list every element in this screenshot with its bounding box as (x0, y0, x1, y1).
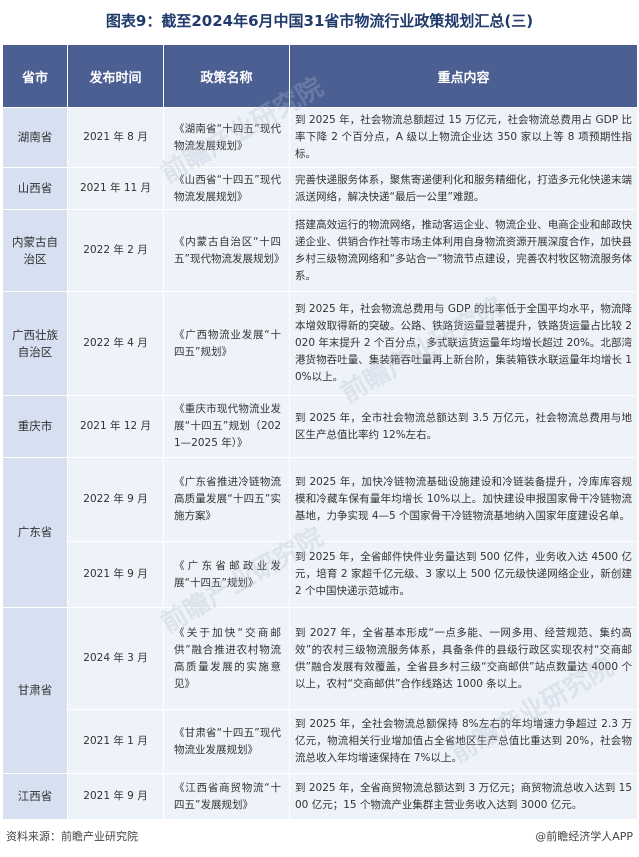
province-cell: 甘肃省 (2, 607, 68, 774)
content-cell: 到 2025 年，社会物流总额超过 15 万亿元，社会物流总费用占 GDP 比率… (289, 107, 638, 168)
content-cell: 完善快递服务体系，聚焦寄递便利化和服务精细化，打造多元化快递末端派送网络，解决快… (289, 167, 638, 210)
date-cell: 2022 年 2 月 (67, 209, 164, 292)
table-row: 重庆市 2021 年 12 月 《重庆市现代物流业发展“十四五”规划（2021—… (2, 395, 638, 458)
date-cell: 2022 年 4 月 (67, 291, 164, 396)
table-row: 湖南省 2021 年 8 月 《湖南省“十四五”现代物流发展规划》 到 2025… (2, 107, 638, 168)
policy-name-cell: 《重庆市现代物流业发展“十四五”规划（2021—2025 年）》 (163, 395, 290, 458)
date-cell: 2021 年 8 月 (67, 107, 164, 168)
province-cell: 重庆市 (2, 395, 68, 458)
content-cell: 到 2027 年，全省基本形成“一点多能、一网多用、经营规范、集约高效”的农村三… (289, 607, 638, 710)
policy-table: 省市 发布时间 政策名称 重点内容 湖南省 2021 年 8 月 《湖南省“十四… (2, 44, 638, 820)
content-cell: 搭建高效运行的物流网络，推动客运企业、物流企业、电商企业和邮政快递企业、供销合作… (289, 209, 638, 292)
table-row: 山西省 2021 年 11 月 《山西省“十四五”现代物流发展规划》 完善快递服… (2, 167, 638, 210)
policy-name-cell: 《甘肃省“十四五”现代物流业发展规划》 (163, 709, 290, 774)
content-cell: 到 2025 年，全市社会物流总额达到 3.5 万亿元，社会物流总费用与地区生产… (289, 395, 638, 458)
date-cell: 2021 年 1 月 (67, 709, 164, 774)
header-date: 发布时间 (67, 44, 164, 108)
policy-name-cell: 《内蒙古自治区“十四五”现代物流发展规划》 (163, 209, 290, 292)
policy-name-cell: 《江西省商贸物流“十四五”发展规划》 (163, 773, 290, 820)
province-cell: 内蒙古自治区 (2, 209, 68, 292)
table-row: 2021 年 9 月 《广东省邮政业发展“十四五”规划》 到 2025 年，全省… (3, 541, 638, 608)
province-cell: 山西省 (2, 167, 68, 210)
policy-name-cell: 《关于加快“交商邮供”融合推进农村物流高质量发展的实施意见》 (163, 607, 290, 710)
table-row: 甘肃省 2024 年 3 月 《关于加快“交商邮供”融合推进农村物流高质量发展的… (2, 607, 638, 774)
policy-name-cell: 《湖南省“十四五”现代物流发展规划》 (163, 107, 290, 168)
province-cell: 湖南省 (2, 107, 68, 168)
table-row: 广西壮族自治区 2022 年 4 月 《广西物流业发展“十四五”规划》 到 20… (2, 291, 638, 396)
policy-name-cell: 《广西物流业发展“十四五”规划》 (163, 291, 290, 396)
date-cell: 2021 年 9 月 (67, 773, 164, 820)
date-cell: 2024 年 3 月 (67, 607, 164, 710)
source-note: 资料来源：前瞻产业研究院 (6, 830, 138, 843)
province-cell: 江西省 (2, 773, 68, 820)
page-title: 图表9：截至2024年6月中国31省市物流行业政策规划汇总(三) (105, 12, 534, 30)
date-cell: 2022 年 9 月 (67, 457, 164, 542)
policy-name-cell: 《广东省推进冷链物流高质量发展“十四五”实施方案》 (163, 457, 290, 542)
table-row: 2021 年 1 月 《甘肃省“十四五”现代物流业发展规划》 到 2025 年，… (3, 709, 638, 774)
content-cell: 到 2025 年，全社会物流总额保持 8%左右的年均增速力争超过 2.3 万亿元… (289, 709, 638, 774)
date-cell: 2021 年 12 月 (67, 395, 164, 458)
content-cell: 到 2025 年，全省商贸物流总额达到 3 万亿元；商贸物流总收入达到 1500… (289, 773, 638, 820)
content-cell: 到 2025 年，社会物流总费用与 GDP 的比率低于全国平均水平，物流降本增效… (289, 291, 638, 396)
table-row: 内蒙古自治区 2022 年 2 月 《内蒙古自治区“十四五”现代物流发展规划》 … (2, 209, 638, 292)
header-content: 重点内容 (289, 44, 638, 108)
brand-credit: @前瞻经济学人APP (535, 830, 633, 843)
province-cell: 广东省 (2, 457, 68, 608)
header-policy: 政策名称 (163, 44, 290, 108)
date-cell: 2021 年 9 月 (67, 541, 164, 608)
policy-name-cell: 《山西省“十四五”现代物流发展规划》 (163, 167, 290, 210)
policy-name-cell: 《广东省邮政业发展“十四五”规划》 (163, 541, 290, 608)
table-row: 江西省 2021 年 9 月 《江西省商贸物流“十四五”发展规划》 到 2025… (2, 773, 638, 820)
header-province: 省市 (2, 44, 68, 108)
table-row: 广东省 2022 年 9 月 《广东省推进冷链物流高质量发展“十四五”实施方案》… (2, 457, 638, 608)
province-cell: 广西壮族自治区 (2, 291, 68, 396)
content-cell: 到 2025 年，全省邮件快件业务量达到 500 亿件，业务收入达 4500 亿… (289, 541, 638, 608)
table-header-row: 省市 发布时间 政策名称 重点内容 (2, 44, 638, 108)
content-cell: 到 2025 年，加快冷链物流基础设施建设和冷链装备提升，冷库库容规模和冷藏车保… (289, 457, 638, 542)
date-cell: 2021 年 11 月 (67, 167, 164, 210)
